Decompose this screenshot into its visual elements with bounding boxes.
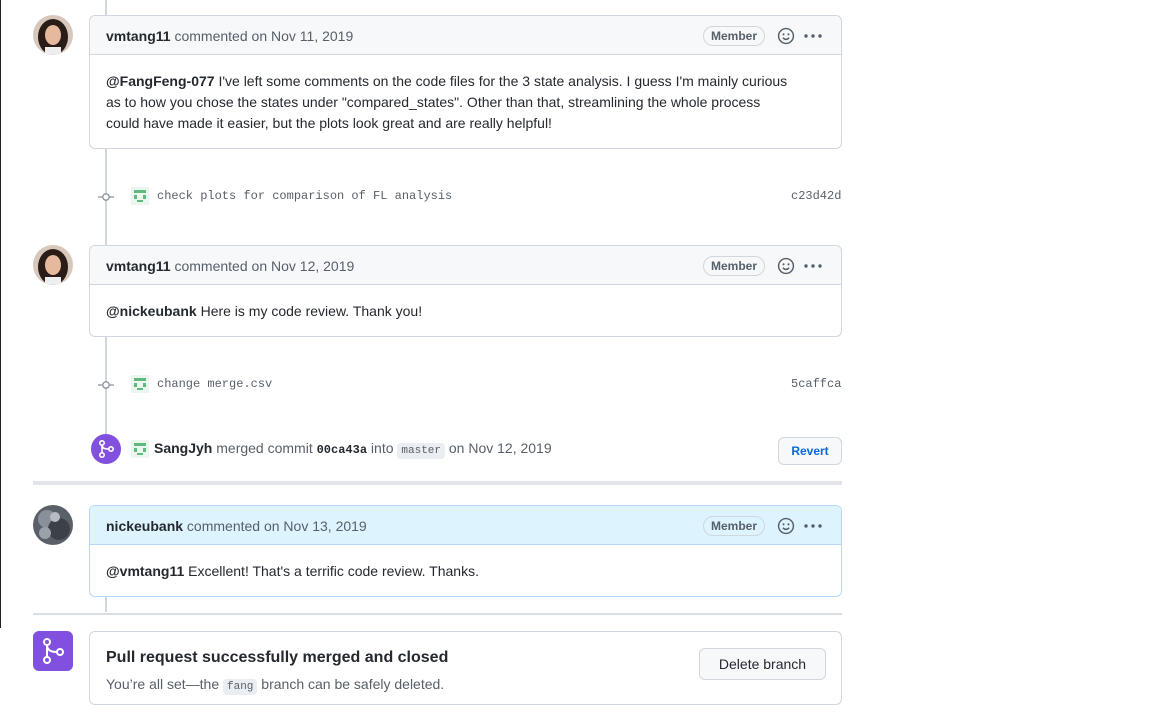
commit-message[interactable]: check plots for comparison of FL analysi… bbox=[157, 189, 452, 203]
branch-name[interactable]: master bbox=[397, 443, 445, 459]
smiley-icon[interactable] bbox=[777, 257, 795, 275]
comment: vmtang11 commented on Nov 11, 2019 Membe… bbox=[89, 15, 842, 149]
merge-status-box: Pull request successfully merged and clo… bbox=[89, 631, 842, 705]
user-mention[interactable]: @vmtang11 bbox=[106, 563, 184, 579]
avatar[interactable] bbox=[33, 15, 73, 55]
member-badge: Member bbox=[702, 26, 765, 46]
commit-sha[interactable]: c23d42d bbox=[791, 189, 841, 203]
merge-status-title: Pull request successfully merged and clo… bbox=[106, 649, 449, 666]
commit-message[interactable]: change merge.csv bbox=[157, 377, 272, 391]
comment-header: nickeubank commented on Nov 13, 2019 Mem… bbox=[90, 506, 841, 545]
git-commit-icon bbox=[98, 381, 114, 389]
git-commit-icon bbox=[98, 193, 114, 201]
kebab-horizontal-icon[interactable] bbox=[803, 257, 823, 275]
comment: vmtang11 commented on Nov 12, 2019 Membe… bbox=[89, 245, 842, 337]
member-badge: Member bbox=[702, 256, 765, 276]
smiley-icon[interactable] bbox=[777, 517, 795, 535]
status-text: branch can be safely deleted. bbox=[257, 676, 445, 692]
comment-text: Excellent! That's a terrific code review… bbox=[184, 563, 479, 579]
section-divider bbox=[33, 613, 842, 615]
user-mention[interactable]: @FangFeng-077 bbox=[106, 73, 215, 89]
merge-date[interactable]: on Nov 12, 2019 bbox=[445, 440, 552, 456]
merge-actor[interactable]: SangJyh bbox=[154, 440, 212, 456]
merge-event-text: SangJyh merged commit 00ca43a into maste… bbox=[154, 440, 552, 459]
member-badge: Member bbox=[702, 516, 765, 536]
commit-sha[interactable]: 5caffca bbox=[791, 377, 841, 391]
avatar[interactable] bbox=[33, 505, 73, 545]
merge-commit-sha[interactable]: 00ca43a bbox=[317, 443, 367, 457]
timeline-line bbox=[105, 597, 107, 612]
section-divider bbox=[33, 481, 842, 485]
comment-verb: commented bbox=[174, 258, 248, 274]
comment-text: I've left some comments on the code file… bbox=[214, 73, 788, 89]
comment-text: Here is my code review. Thank you! bbox=[196, 303, 423, 319]
identicon-avatar[interactable] bbox=[131, 440, 149, 458]
comment-body: @vmtang11 Excellent! That's a terrific c… bbox=[90, 545, 841, 598]
comment-date[interactable]: on Nov 13, 2019 bbox=[264, 518, 367, 534]
git-merge-icon bbox=[33, 631, 73, 671]
status-text: You’re all set—the bbox=[106, 676, 223, 692]
comment: nickeubank commented on Nov 13, 2019 Mem… bbox=[89, 505, 842, 597]
comment-verb: commented bbox=[174, 28, 248, 44]
comment-body: @nickeubank Here is my code review. Than… bbox=[90, 285, 841, 338]
kebab-horizontal-icon[interactable] bbox=[803, 27, 823, 45]
avatar[interactable] bbox=[33, 245, 73, 285]
kebab-horizontal-icon[interactable] bbox=[803, 517, 823, 535]
comment-text: could have made it easier, but the plots… bbox=[106, 115, 552, 131]
merge-text: into bbox=[367, 440, 398, 456]
delete-branch-button[interactable]: Delete branch bbox=[699, 648, 826, 680]
branch-name[interactable]: fang bbox=[223, 679, 258, 695]
identicon-avatar[interactable] bbox=[131, 375, 149, 393]
comment-body: @FangFeng-077 I've left some comments on… bbox=[90, 55, 841, 150]
merge-status-text: You’re all set—the fang branch can be sa… bbox=[106, 676, 445, 695]
merge-text: merged commit bbox=[212, 440, 317, 456]
comment-date[interactable]: on Nov 11, 2019 bbox=[252, 28, 354, 44]
window-edge bbox=[0, 0, 1, 628]
comment-date[interactable]: on Nov 12, 2019 bbox=[252, 258, 355, 274]
comment-header: vmtang11 commented on Nov 11, 2019 Membe… bbox=[90, 16, 841, 55]
comment-author[interactable]: nickeubank bbox=[106, 518, 183, 534]
comment-text: as to how you chose the states under "co… bbox=[106, 94, 761, 110]
revert-button[interactable]: Revert bbox=[778, 437, 842, 465]
identicon-avatar[interactable] bbox=[131, 187, 149, 205]
comment-author[interactable]: vmtang11 bbox=[106, 258, 171, 274]
git-merge-icon bbox=[91, 434, 121, 464]
timeline-line bbox=[105, 0, 107, 15]
smiley-icon[interactable] bbox=[777, 27, 795, 45]
user-mention[interactable]: @nickeubank bbox=[106, 303, 197, 319]
comment-header: vmtang11 commented on Nov 12, 2019 Membe… bbox=[90, 246, 841, 285]
comment-verb: commented bbox=[186, 518, 261, 534]
comment-author[interactable]: vmtang11 bbox=[106, 28, 171, 44]
